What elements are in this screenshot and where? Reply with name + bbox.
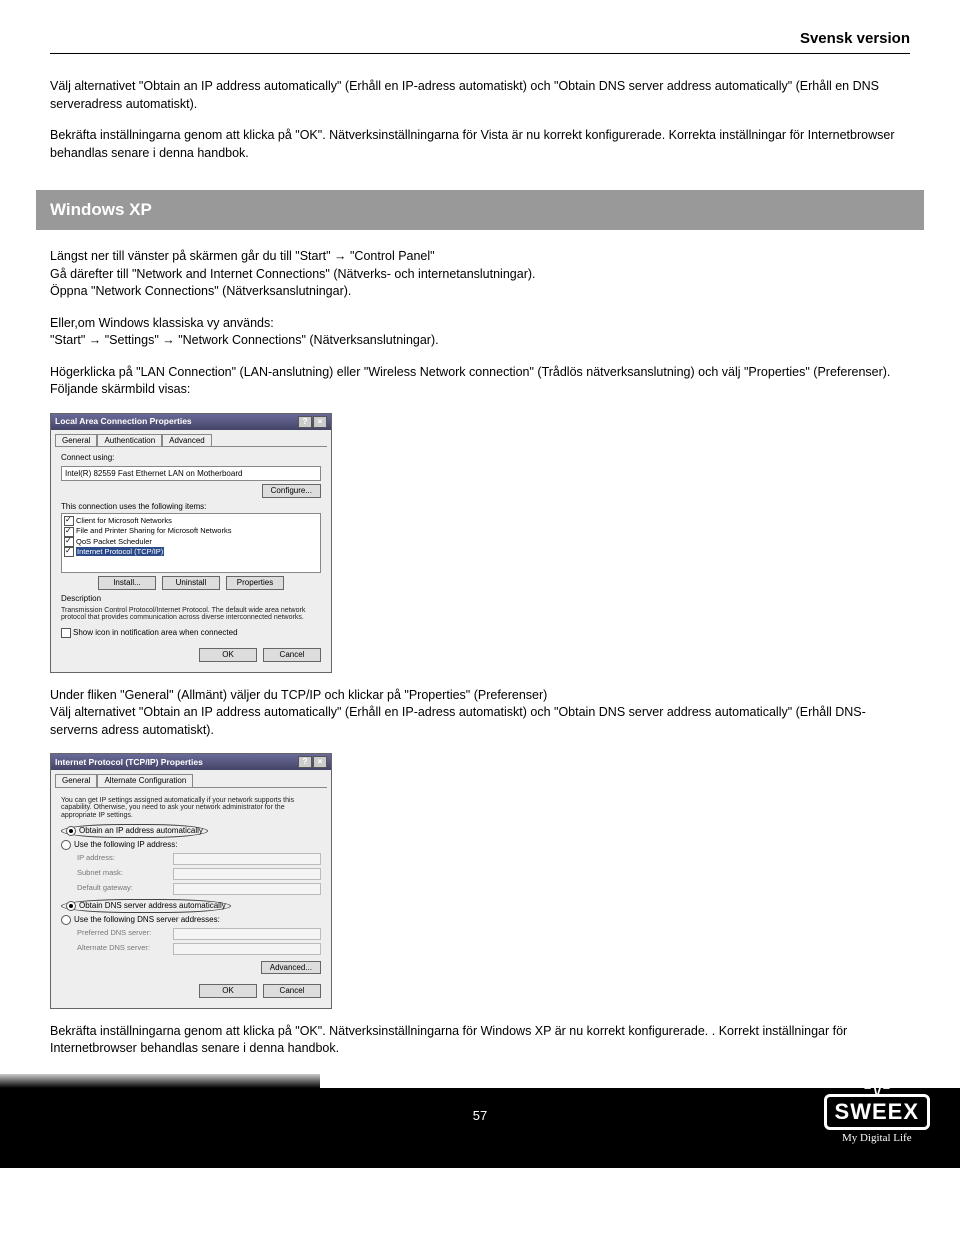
close-icon[interactable]: × bbox=[313, 756, 327, 768]
dialog-title-text: Internet Protocol (TCP/IP) Properties bbox=[55, 757, 203, 767]
highlight-oval: Obtain an IP address automatically bbox=[61, 824, 208, 838]
window-controls: ?× bbox=[297, 756, 327, 768]
help-icon[interactable]: ? bbox=[298, 416, 312, 428]
mid-p1: Under fliken "General" (Allmänt) väljer … bbox=[50, 688, 547, 702]
dialog-title-text: Local Area Connection Properties bbox=[55, 416, 192, 426]
xp-p1a: Längst ner till vänster på skärmen går d… bbox=[50, 249, 334, 263]
use-dns-label: Use the following DNS server addresses: bbox=[74, 915, 220, 924]
ip-field bbox=[173, 853, 321, 865]
tcpip-desc: You can get IP settings assigned automat… bbox=[61, 797, 321, 820]
adapter-field: Intel(R) 82559 Fast Ethernet LAN on Moth… bbox=[61, 466, 321, 482]
cancel-button[interactable]: Cancel bbox=[263, 648, 321, 662]
window-controls: ?× bbox=[297, 416, 327, 428]
install-button[interactable]: Install... bbox=[98, 576, 156, 590]
xp-p1b: "Control Panel" bbox=[347, 249, 435, 263]
description-text: Transmission Control Protocol/Internet P… bbox=[61, 607, 321, 622]
use-dns-radio[interactable] bbox=[61, 915, 71, 925]
arrow-icon: → bbox=[334, 249, 347, 263]
arrow-icon: → bbox=[162, 333, 175, 347]
brand-name: SWEEX bbox=[824, 1094, 930, 1130]
page-number: 57 bbox=[473, 1108, 487, 1123]
gw-label: Default gateway: bbox=[77, 883, 167, 895]
ip-label: IP address: bbox=[77, 853, 167, 865]
intro-p2: Bekräfta inställningarna genom att klick… bbox=[50, 127, 910, 162]
page-header: Svensk version bbox=[50, 30, 910, 54]
show-icon-checkbox[interactable] bbox=[61, 628, 71, 638]
xp-p5a: "Start" bbox=[50, 333, 89, 347]
arrow-icon: → bbox=[89, 333, 102, 347]
pdns-field bbox=[173, 928, 321, 940]
list-item: Client for Microsoft Networks bbox=[76, 516, 172, 525]
highlight-oval: Obtain DNS server address automatically bbox=[61, 899, 231, 913]
obtain-ip-auto-label: Obtain an IP address automatically bbox=[79, 826, 203, 835]
adns-label: Alternate DNS server: bbox=[77, 943, 167, 955]
gw-field bbox=[173, 883, 321, 895]
dialog-titlebar: Internet Protocol (TCP/IP) Properties ?× bbox=[51, 754, 331, 770]
properties-button[interactable]: Properties bbox=[226, 576, 284, 590]
tab-advanced[interactable]: Advanced bbox=[162, 434, 212, 447]
tab-alt-config[interactable]: Alternate Configuration bbox=[97, 774, 193, 787]
advanced-button[interactable]: Advanced... bbox=[261, 961, 321, 975]
connect-using-label: Connect using: bbox=[61, 453, 321, 463]
list-item: QoS Packet Scheduler bbox=[76, 537, 152, 546]
footer-gradient bbox=[0, 1074, 320, 1088]
pdns-label: Preferred DNS server: bbox=[77, 928, 167, 940]
intro-p1: Välj alternativet "Obtain an IP address … bbox=[50, 78, 910, 113]
protocol-listbox[interactable]: Client for Microsoft Networks File and P… bbox=[61, 513, 321, 573]
xp-p4: Eller,om Windows klassiska vy används: bbox=[50, 316, 274, 330]
use-ip-label: Use the following IP address: bbox=[74, 840, 177, 849]
brand-logo: SWEEX My Digital Life bbox=[824, 1094, 930, 1144]
tab-authentication[interactable]: Authentication bbox=[97, 434, 162, 447]
xp-p6: Högerklicka på "LAN Connection" (LAN-ans… bbox=[50, 364, 910, 399]
ok-button[interactable]: OK bbox=[199, 648, 257, 662]
help-icon[interactable]: ? bbox=[298, 756, 312, 768]
uninstall-button[interactable]: Uninstall bbox=[162, 576, 220, 590]
dialog-titlebar: Local Area Connection Properties ?× bbox=[51, 414, 331, 430]
tab-general[interactable]: General bbox=[55, 774, 97, 787]
close-icon[interactable]: × bbox=[313, 416, 327, 428]
ok-button[interactable]: OK bbox=[199, 984, 257, 998]
use-ip-radio[interactable] bbox=[61, 840, 71, 850]
obtain-dns-auto-label: Obtain DNS server address automatically bbox=[79, 901, 226, 910]
section-title-xp: Windows XP bbox=[36, 190, 924, 230]
mask-field bbox=[173, 868, 321, 880]
cancel-button[interactable]: Cancel bbox=[263, 984, 321, 998]
xp-p5c: "Network Connections" (Nätverksanslutnin… bbox=[175, 333, 439, 347]
xp-p2: Gå därefter till "Network and Internet C… bbox=[50, 267, 536, 281]
brand-tagline: My Digital Life bbox=[824, 1132, 930, 1144]
mid-text: Under fliken "General" (Allmänt) väljer … bbox=[50, 687, 910, 740]
xp-p5b: "Settings" bbox=[101, 333, 162, 347]
description-label: Description bbox=[61, 594, 321, 604]
list-item-selected: Internet Protocol (TCP/IP) bbox=[76, 547, 164, 556]
configure-button[interactable]: Configure... bbox=[262, 484, 321, 498]
list-item: File and Printer Sharing for Microsoft N… bbox=[76, 526, 231, 535]
xp-p3: Öppna "Network Connections" (Nätverksans… bbox=[50, 284, 351, 298]
mask-label: Subnet mask: bbox=[77, 868, 167, 880]
adns-field bbox=[173, 943, 321, 955]
page-footer: 57 SWEEX My Digital Life bbox=[0, 1088, 960, 1168]
tab-general[interactable]: General bbox=[55, 434, 97, 447]
checkbox-icon[interactable] bbox=[64, 547, 74, 557]
xp-classic: Eller,om Windows klassiska vy används: "… bbox=[50, 315, 910, 350]
final-p1: Bekräfta inställningarna genom att klick… bbox=[50, 1023, 910, 1058]
mid-p2: Välj alternativet "Obtain an IP address … bbox=[50, 705, 866, 737]
obtain-ip-auto-radio[interactable] bbox=[66, 826, 76, 836]
items-label: This connection uses the following items… bbox=[61, 502, 321, 512]
lan-properties-dialog: Local Area Connection Properties ?× Gene… bbox=[50, 413, 332, 673]
show-icon-label: Show icon in notification area when conn… bbox=[73, 628, 238, 637]
xp-nav-1: Längst ner till vänster på skärmen går d… bbox=[50, 248, 910, 301]
obtain-dns-auto-radio[interactable] bbox=[66, 901, 76, 911]
tcpip-properties-dialog: Internet Protocol (TCP/IP) Properties ?×… bbox=[50, 753, 332, 1009]
